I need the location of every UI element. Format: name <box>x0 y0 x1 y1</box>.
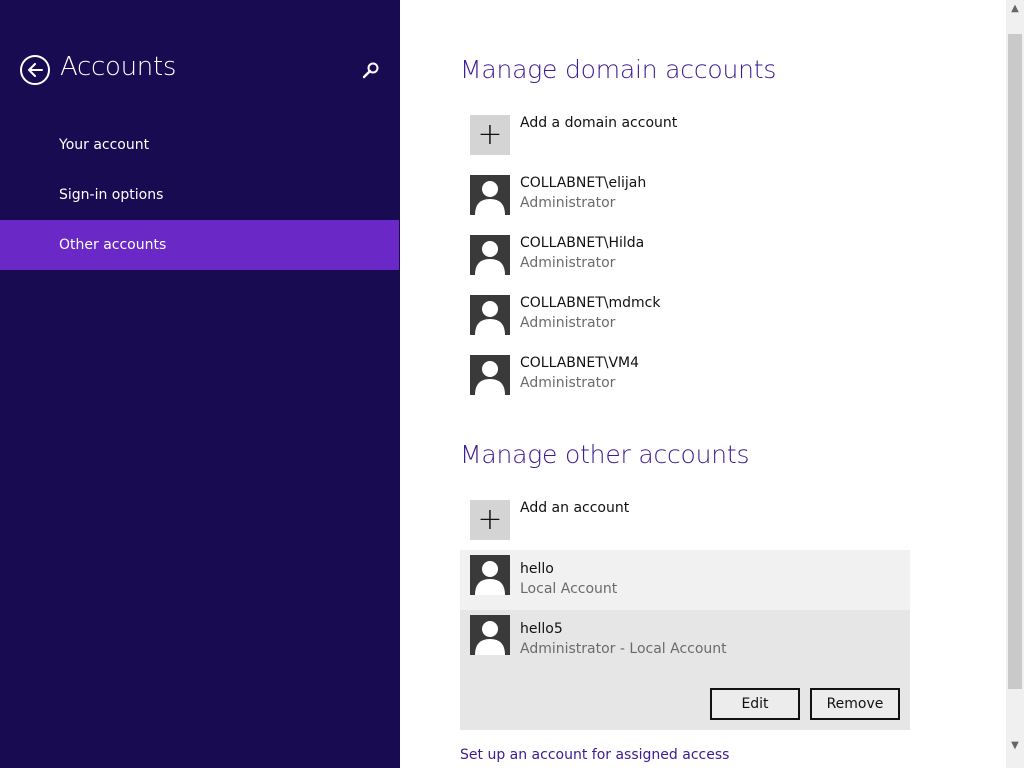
user-avatar-icon <box>470 295 510 335</box>
account-name: COLLABNET\VM4 <box>520 355 640 371</box>
account-role: Administrator <box>520 255 616 271</box>
local-account-row-selected[interactable]: hello5 Administrator - Local Account <box>460 610 910 670</box>
vertical-scrollbar[interactable]: ▲ ▼ <box>1006 0 1024 768</box>
account-name: COLLABNET\Hilda <box>520 235 645 251</box>
account-role: Administrator - Local Account <box>520 641 727 657</box>
sidebar-item-sign-in-options[interactable]: Sign-in options <box>0 170 399 220</box>
domain-account-row[interactable]: COLLABNET\VM4 Administrator <box>460 350 910 410</box>
add-tile: + <box>470 115 510 155</box>
user-avatar-icon <box>470 355 510 395</box>
user-avatar-icon <box>470 555 510 595</box>
plus-icon: + <box>477 502 503 537</box>
back-arrow-icon <box>28 63 43 77</box>
sidebar-item-label: Other accounts <box>59 237 167 253</box>
account-role: Administrator <box>520 375 616 391</box>
scroll-down-arrow-icon[interactable]: ▼ <box>1006 736 1024 756</box>
domain-section-title: Manage domain accounts <box>460 55 777 84</box>
sidebar-item-label: Your account <box>59 137 150 153</box>
page-title: Accounts <box>60 52 177 82</box>
sidebar-item-your-account[interactable]: Your account <box>0 120 399 170</box>
account-name: hello5 <box>520 621 563 637</box>
user-avatar-icon <box>470 175 510 215</box>
search-button[interactable] <box>362 61 380 79</box>
sidebar-item-other-accounts[interactable]: Other accounts <box>0 220 399 270</box>
user-avatar-icon <box>470 615 510 655</box>
domain-account-row[interactable]: COLLABNET\elijah Administrator <box>460 170 910 230</box>
account-name: COLLABNET\elijah <box>520 175 647 191</box>
remove-button[interactable]: Remove <box>810 688 900 720</box>
sidebar: Accounts Your account Sign-in options Ot… <box>0 0 400 768</box>
other-section-title: Manage other accounts <box>460 440 750 469</box>
account-role: Administrator <box>520 195 616 211</box>
account-name: hello <box>520 561 554 577</box>
domain-account-row[interactable]: COLLABNET\mdmck Administrator <box>460 290 910 350</box>
local-account-row[interactable]: hello Local Account <box>460 550 910 610</box>
assigned-access-link[interactable]: Set up an account for assigned access <box>460 747 729 763</box>
add-account-button[interactable]: + Add an account <box>460 495 910 555</box>
sidebar-item-label: Sign-in options <box>59 187 164 203</box>
add-domain-account-label: Add a domain account <box>520 115 678 131</box>
add-tile: + <box>470 500 510 540</box>
main-content: Manage domain accounts + Add a domain ac… <box>400 0 1006 768</box>
back-button[interactable] <box>20 55 50 85</box>
account-role: Local Account <box>520 581 618 597</box>
plus-icon: + <box>477 117 503 152</box>
add-domain-account-button[interactable]: + Add a domain account <box>460 110 910 170</box>
edit-button[interactable]: Edit <box>710 688 800 720</box>
account-name: COLLABNET\mdmck <box>520 295 661 311</box>
add-account-label: Add an account <box>520 500 630 516</box>
account-role: Administrator <box>520 315 616 331</box>
scroll-thumb[interactable] <box>1008 34 1022 689</box>
user-avatar-icon <box>470 235 510 275</box>
search-icon <box>362 62 379 79</box>
scroll-up-arrow-icon[interactable]: ▲ <box>1006 0 1024 17</box>
domain-account-row[interactable]: COLLABNET\Hilda Administrator <box>460 230 910 290</box>
